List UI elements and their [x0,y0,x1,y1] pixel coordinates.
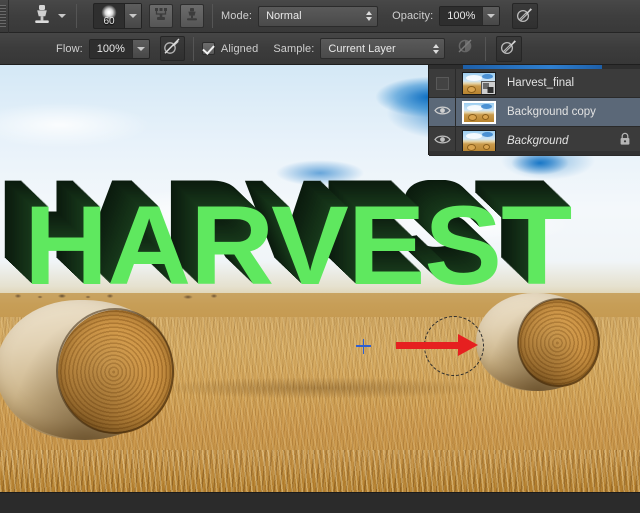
eye-icon [433,132,451,150]
harvest-3d-text: HARVEST [24,183,572,308]
toggle-brush-panel-button[interactable] [149,4,173,28]
opacity-value: 100% [440,7,483,25]
layers-panel: Harvest_final Background copy Background [428,65,640,156]
toggle-clone-source-panel-button[interactable] [180,4,204,28]
smart-object-badge-icon [481,80,495,94]
thumb-cloud [482,73,493,79]
lock-icon [619,132,631,151]
pressure-for-size-button[interactable] [159,36,185,61]
brush-preset-picker[interactable]: 60 [93,3,142,29]
pressure-for-opacity-button[interactable] [496,35,523,62]
hay-bale-right [476,293,600,391]
thumb-bale [467,85,476,93]
pressure-for-size-icon [163,37,181,60]
thumb-bale [467,143,476,151]
flow-field[interactable]: 100% [88,38,150,59]
layer-visibility-toggle[interactable] [429,98,456,126]
layer-row[interactable]: Background copy [429,98,640,127]
layer-name: Harvest_final [507,77,575,89]
thumb-cloud [466,74,482,81]
photoshop-window: 60 Mode: Normal Opacity: 100% Flow: 100%… [0,0,640,513]
options-separator-2 [212,4,213,28]
clone-source-panel-icon [184,6,200,27]
panel-bottom-edge [429,151,640,155]
eye-icon [433,103,451,121]
thumb-cloud [466,132,482,139]
ignore-adjustment-layers-button[interactable] [453,37,477,61]
clone-stamp-tool-button[interactable] [29,3,55,29]
hay-bale-left [0,300,174,440]
layer-visibility-toggle[interactable] [429,69,456,97]
clone-stamp-icon [32,3,52,30]
layer-thumbnail [462,129,496,153]
opacity-field[interactable]: 100% [439,6,501,26]
chevron-down-icon [129,14,137,18]
layer-thumbnail [462,100,496,124]
mode-label: Mode: [221,10,253,22]
aligned-checkbox[interactable] [201,42,215,55]
thumb-bale [468,113,477,121]
layer-name: Background [507,135,569,147]
pressure-for-opacity-icon [500,37,518,60]
tool-preset-dropdown[interactable] [56,6,68,26]
sample-select[interactable]: Current Layer [320,38,446,59]
thumb-cloud [481,103,492,109]
tall-grass-foreground [0,450,640,492]
brush-panel-icon [153,6,169,27]
thumb-cloud [482,131,493,137]
airbrush-toggle-button[interactable] [512,3,539,29]
opacity-dropdown[interactable] [482,7,500,25]
sample-label: Sample: [273,42,315,55]
tool-options-bar-row2: Flow: 100% Aligned Sample: Current Layer [0,33,640,65]
flow-label: Flow: [56,42,83,55]
flow-dropdown[interactable] [131,39,149,58]
tool-options-grip[interactable] [0,0,9,33]
application-bottom-bar [0,492,640,513]
thumb-bale [483,143,490,150]
blend-mode-value: Normal [266,10,302,22]
spinner-icon [431,43,440,54]
chevron-down-icon [58,14,66,18]
spinner-icon [364,11,373,21]
ignore-adjustment-layers-icon [456,37,474,60]
airbrush-icon [516,5,534,28]
layer-row[interactable]: Harvest_final [429,69,640,98]
blend-mode-select[interactable]: Normal [258,5,379,27]
layer-thumbnail [462,71,496,95]
eye-off-icon [435,76,449,90]
thumb-bale [482,113,489,120]
options-separator-4 [485,36,487,61]
brush-picker-dropdown[interactable] [124,4,141,28]
layer-lock-indicator [619,132,631,151]
brush-size-value: 60 [103,16,115,27]
chevron-down-icon [487,14,496,18]
bale-shadow [476,293,600,391]
clone-source-crosshair [356,339,371,354]
tool-options-bar-row1: 60 Mode: Normal Opacity: 100% [0,0,640,33]
brush-preview: 60 [94,4,124,28]
annotation-arrow-head [458,334,478,356]
sample-value: Current Layer [328,42,396,55]
annotation-arrow-shaft [396,342,460,349]
chevron-down-icon [136,46,145,51]
flow-value: 100% [89,39,132,58]
aligned-label: Aligned [220,42,259,55]
opacity-label: Opacity: [392,10,434,22]
options-separator-3 [192,36,194,61]
bale-shadow [0,300,174,440]
layer-name: Background copy [507,106,596,118]
options-separator-1 [76,4,77,28]
